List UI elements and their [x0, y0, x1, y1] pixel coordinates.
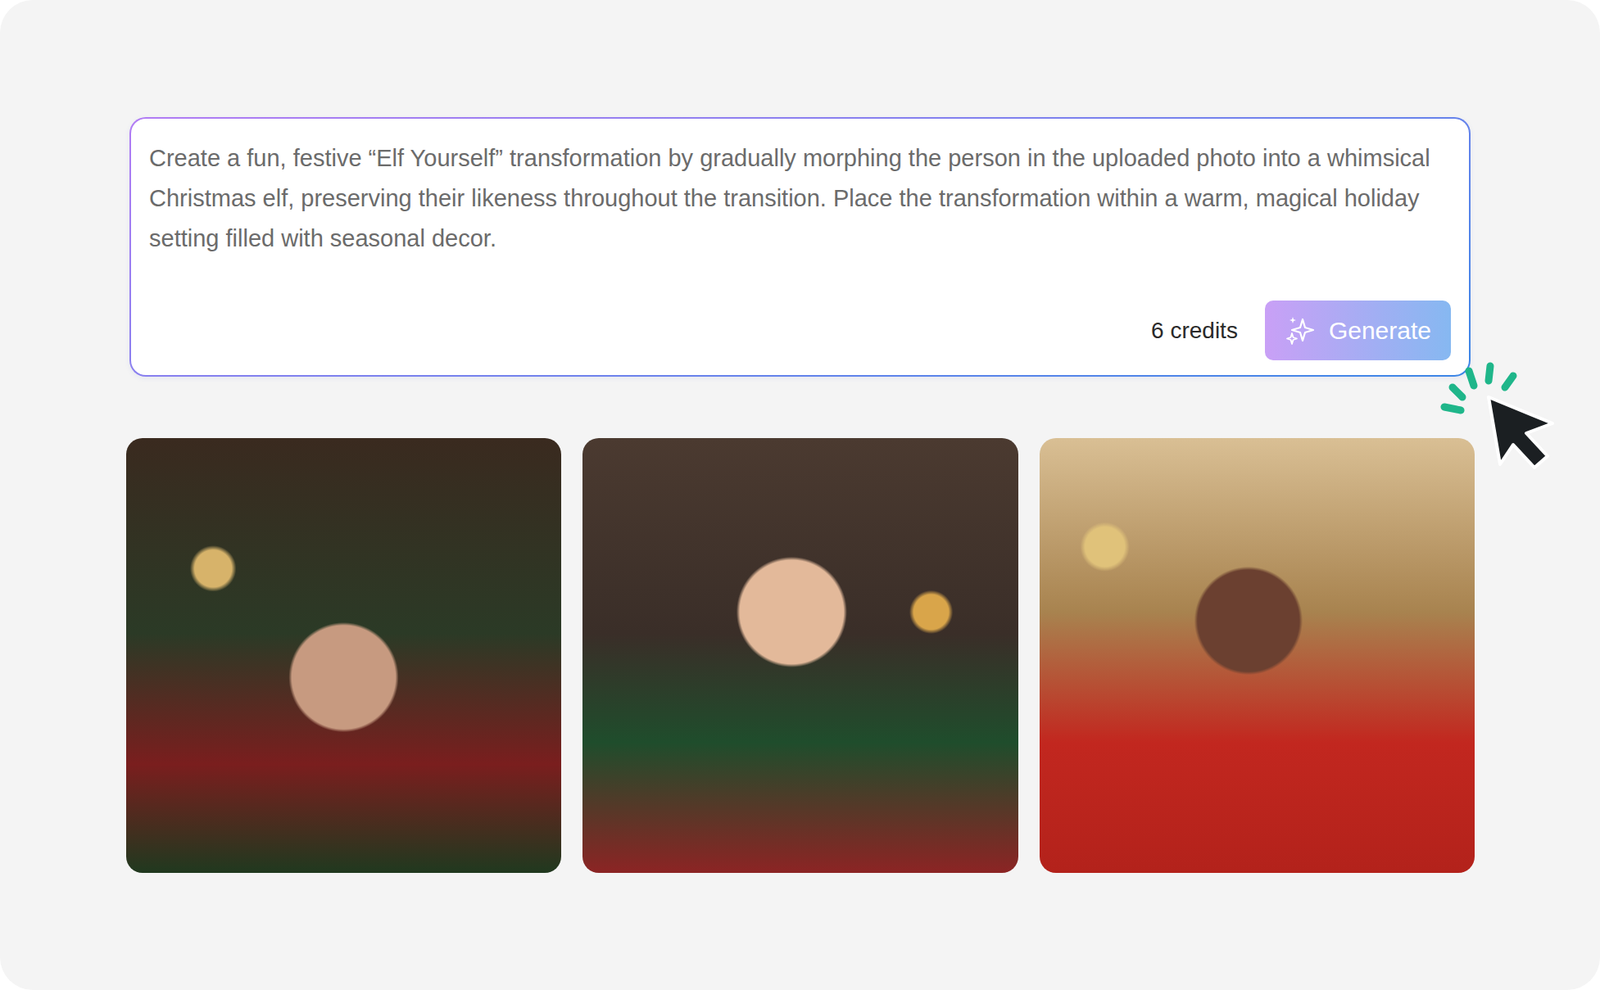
- sparkle-icon: [1284, 314, 1318, 348]
- photo-gallery: [126, 438, 1475, 874]
- generate-label: Generate: [1328, 312, 1432, 350]
- prompt-area: Create a fun, festive “Elf Yourself” tra…: [129, 117, 1471, 377]
- elf-photo[interactable]: [126, 438, 562, 874]
- credits-label: 6 credits: [1151, 313, 1238, 349]
- prompt-text[interactable]: Create a fun, festive “Elf Yourself” tra…: [149, 138, 1451, 301]
- elf-photo[interactable]: [582, 438, 1018, 874]
- elf-photo[interactable]: [1039, 438, 1475, 874]
- prompt-box[interactable]: Create a fun, festive “Elf Yourself” tra…: [129, 117, 1471, 377]
- generate-button[interactable]: Generate: [1264, 300, 1451, 361]
- stage-panel: Create a fun, festive “Elf Yourself” tra…: [0, 0, 1600, 990]
